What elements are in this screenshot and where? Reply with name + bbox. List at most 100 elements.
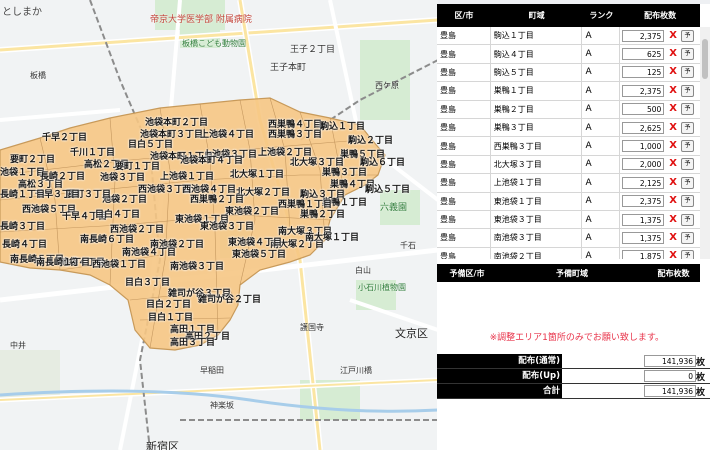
count-input[interactable]: 2,375 — [622, 195, 665, 208]
count-input[interactable]: 2,375 — [622, 84, 665, 97]
reserve-button[interactable]: 予 — [681, 231, 695, 244]
cell-ku: 豊島 — [437, 63, 491, 82]
map-place-label: 板橋 — [30, 71, 46, 80]
map-place-label: 護国寺 — [300, 323, 324, 332]
area-label: 高田３丁目 — [170, 338, 216, 348]
reserve-button[interactable]: 予 — [681, 84, 695, 97]
delete-button[interactable]: X — [669, 141, 677, 151]
map-view[interactable]: としまか 帝京大学医学部 附属病院 板橋こども動物園 王子２丁目 王子本町 六義… — [0, 0, 438, 450]
table-row: 豊島 西巣鴨３丁目 A 1,000 X 予 — [437, 137, 700, 156]
count-input[interactable]: 1,375 — [622, 231, 665, 244]
count-input[interactable]: 500 — [622, 103, 665, 116]
area-label: 要町１丁目 — [115, 162, 161, 172]
delete-button[interactable]: X — [669, 30, 677, 41]
map-place-label: 神楽坂 — [210, 401, 234, 410]
area-label: 東池袋４丁目 — [228, 238, 283, 248]
count-input[interactable]: 625 — [622, 48, 665, 61]
area-label: 北大塚１丁目 — [230, 170, 285, 180]
map-place-label: 板橋こども動物園 — [182, 39, 246, 48]
unit-label: 枚 — [696, 372, 706, 383]
delete-button[interactable]: X — [669, 85, 677, 96]
area-label: 池袋本町４丁目 — [180, 156, 244, 166]
reserve-button[interactable]: 予 — [681, 195, 695, 208]
distribution-table[interactable]: 豊島 駒込１丁目 A 2,375 X 予豊島 駒込４丁目 A 625 X 予豊島 駒込５丁目 A 125 X… — [437, 27, 700, 259]
table-row: 豊島 駒込４丁目 A 625 X 予 — [437, 45, 700, 64]
count-input[interactable]: 1,375 — [622, 213, 665, 226]
delete-button[interactable]: X — [669, 122, 677, 133]
total-normal-label: 配布(通常) — [437, 354, 562, 368]
cell-rank: A — [582, 155, 621, 174]
area-label: 北大塚３丁目 — [290, 158, 345, 168]
count-input[interactable]: 1,875 — [622, 250, 665, 259]
cell-ku: 豊島 — [437, 100, 491, 118]
total-sum-value[interactable]: 141,936 — [644, 385, 696, 397]
area-label: 西巣鴨２丁目 — [190, 195, 245, 205]
map-place-label: 江戸川橋 — [340, 366, 372, 375]
area-label: 駒込３丁目 — [300, 190, 346, 200]
cell-town: 巣鴨３丁目 — [491, 118, 583, 137]
count-input[interactable]: 1,000 — [622, 140, 665, 153]
table-row: 豊島 東池袋１丁目 A 2,375 X 予 — [437, 192, 700, 211]
total-normal-value[interactable]: 141,936 — [644, 355, 696, 367]
cell-rank: A — [582, 45, 621, 63]
area-label: 西池袋２丁目 — [110, 225, 165, 235]
count-input[interactable]: 2,625 — [622, 121, 665, 134]
count-input[interactable]: 2,000 — [622, 158, 665, 171]
reserve-button[interactable]: 予 — [681, 158, 695, 171]
total-up-value[interactable]: 0 — [644, 370, 696, 382]
area-label: 南大塚１丁目 — [305, 233, 360, 243]
reserve-button[interactable]: 予 — [681, 48, 695, 61]
area-label: 南池袋３丁目 — [170, 262, 225, 272]
map-place-label: 文京区 — [395, 327, 428, 340]
delete-button[interactable]: X — [669, 196, 677, 206]
reserve-button[interactable]: 予 — [681, 121, 695, 134]
total-sum-row: 合計 141,936 枚 — [437, 384, 710, 399]
count-input[interactable]: 2,375 — [622, 29, 665, 42]
area-label: 千川１丁目 — [70, 148, 116, 158]
delete-button[interactable]: X — [669, 67, 677, 77]
distribution-panel: 区/市 町域 ランク 配布枚数 豊島 駒込１丁目 A 2,375 X 予豊島 駒込４丁目 A 6… — [437, 4, 710, 450]
map-place-label: 白山 — [355, 266, 371, 275]
reserve-button[interactable]: 予 — [681, 66, 695, 79]
reserve-button[interactable]: 予 — [681, 213, 695, 226]
delete-button[interactable]: X — [669, 214, 677, 225]
reserve-button[interactable]: 予 — [681, 140, 695, 153]
area-label: 駒込６丁目 — [360, 158, 406, 168]
delete-button[interactable]: X — [669, 232, 677, 243]
header-count: 配布枚数 — [644, 11, 677, 20]
reserve-button[interactable]: 予 — [681, 103, 695, 116]
cell-rank: A — [582, 247, 621, 259]
delete-button[interactable]: X — [669, 159, 677, 169]
cell-town: 巣鴨１丁目 — [491, 82, 583, 100]
delete-button[interactable]: X — [669, 49, 677, 59]
cell-rank: A — [582, 210, 621, 229]
area-label: 東池袋２丁目 — [225, 207, 280, 217]
cell-ku: 豊島 — [437, 118, 491, 137]
total-sum-label: 合計 — [437, 384, 562, 398]
area-label: 目白４丁目 — [95, 210, 141, 220]
delete-button[interactable]: X — [669, 251, 677, 259]
area-label: 千早２丁目 — [42, 133, 88, 143]
delete-button[interactable]: X — [669, 104, 677, 114]
map-place-label: としまか — [2, 7, 42, 18]
cell-ku: 豊島 — [437, 45, 491, 63]
area-label: 池袋３丁目 — [100, 173, 146, 183]
cell-ku: 豊島 — [437, 137, 491, 155]
area-label: 上池袋４丁目 — [200, 130, 255, 140]
table-row: 豊島 巣鴨２丁目 A 500 X 予 — [437, 100, 700, 119]
count-input[interactable]: 2,125 — [622, 176, 665, 189]
header-reserve-count: 配布枚数 — [657, 268, 690, 278]
cell-ku: 豊島 — [437, 210, 491, 229]
map-place-label: 王子本町 — [270, 63, 307, 73]
delete-button[interactable]: X — [669, 177, 677, 188]
scrollbar-thumb[interactable] — [702, 39, 708, 79]
cell-ku: 豊島 — [437, 229, 491, 247]
count-input[interactable]: 125 — [622, 66, 665, 79]
table-scrollbar[interactable] — [700, 27, 710, 259]
table-row: 豊島 駒込１丁目 A 2,375 X 予 — [437, 27, 700, 46]
header-ku: 区/市 — [454, 11, 474, 20]
area-label: 南長崎６丁目 — [80, 235, 135, 245]
reserve-button[interactable]: 予 — [681, 29, 695, 42]
reserve-button[interactable]: 予 — [681, 250, 695, 259]
reserve-button[interactable]: 予 — [681, 176, 695, 189]
